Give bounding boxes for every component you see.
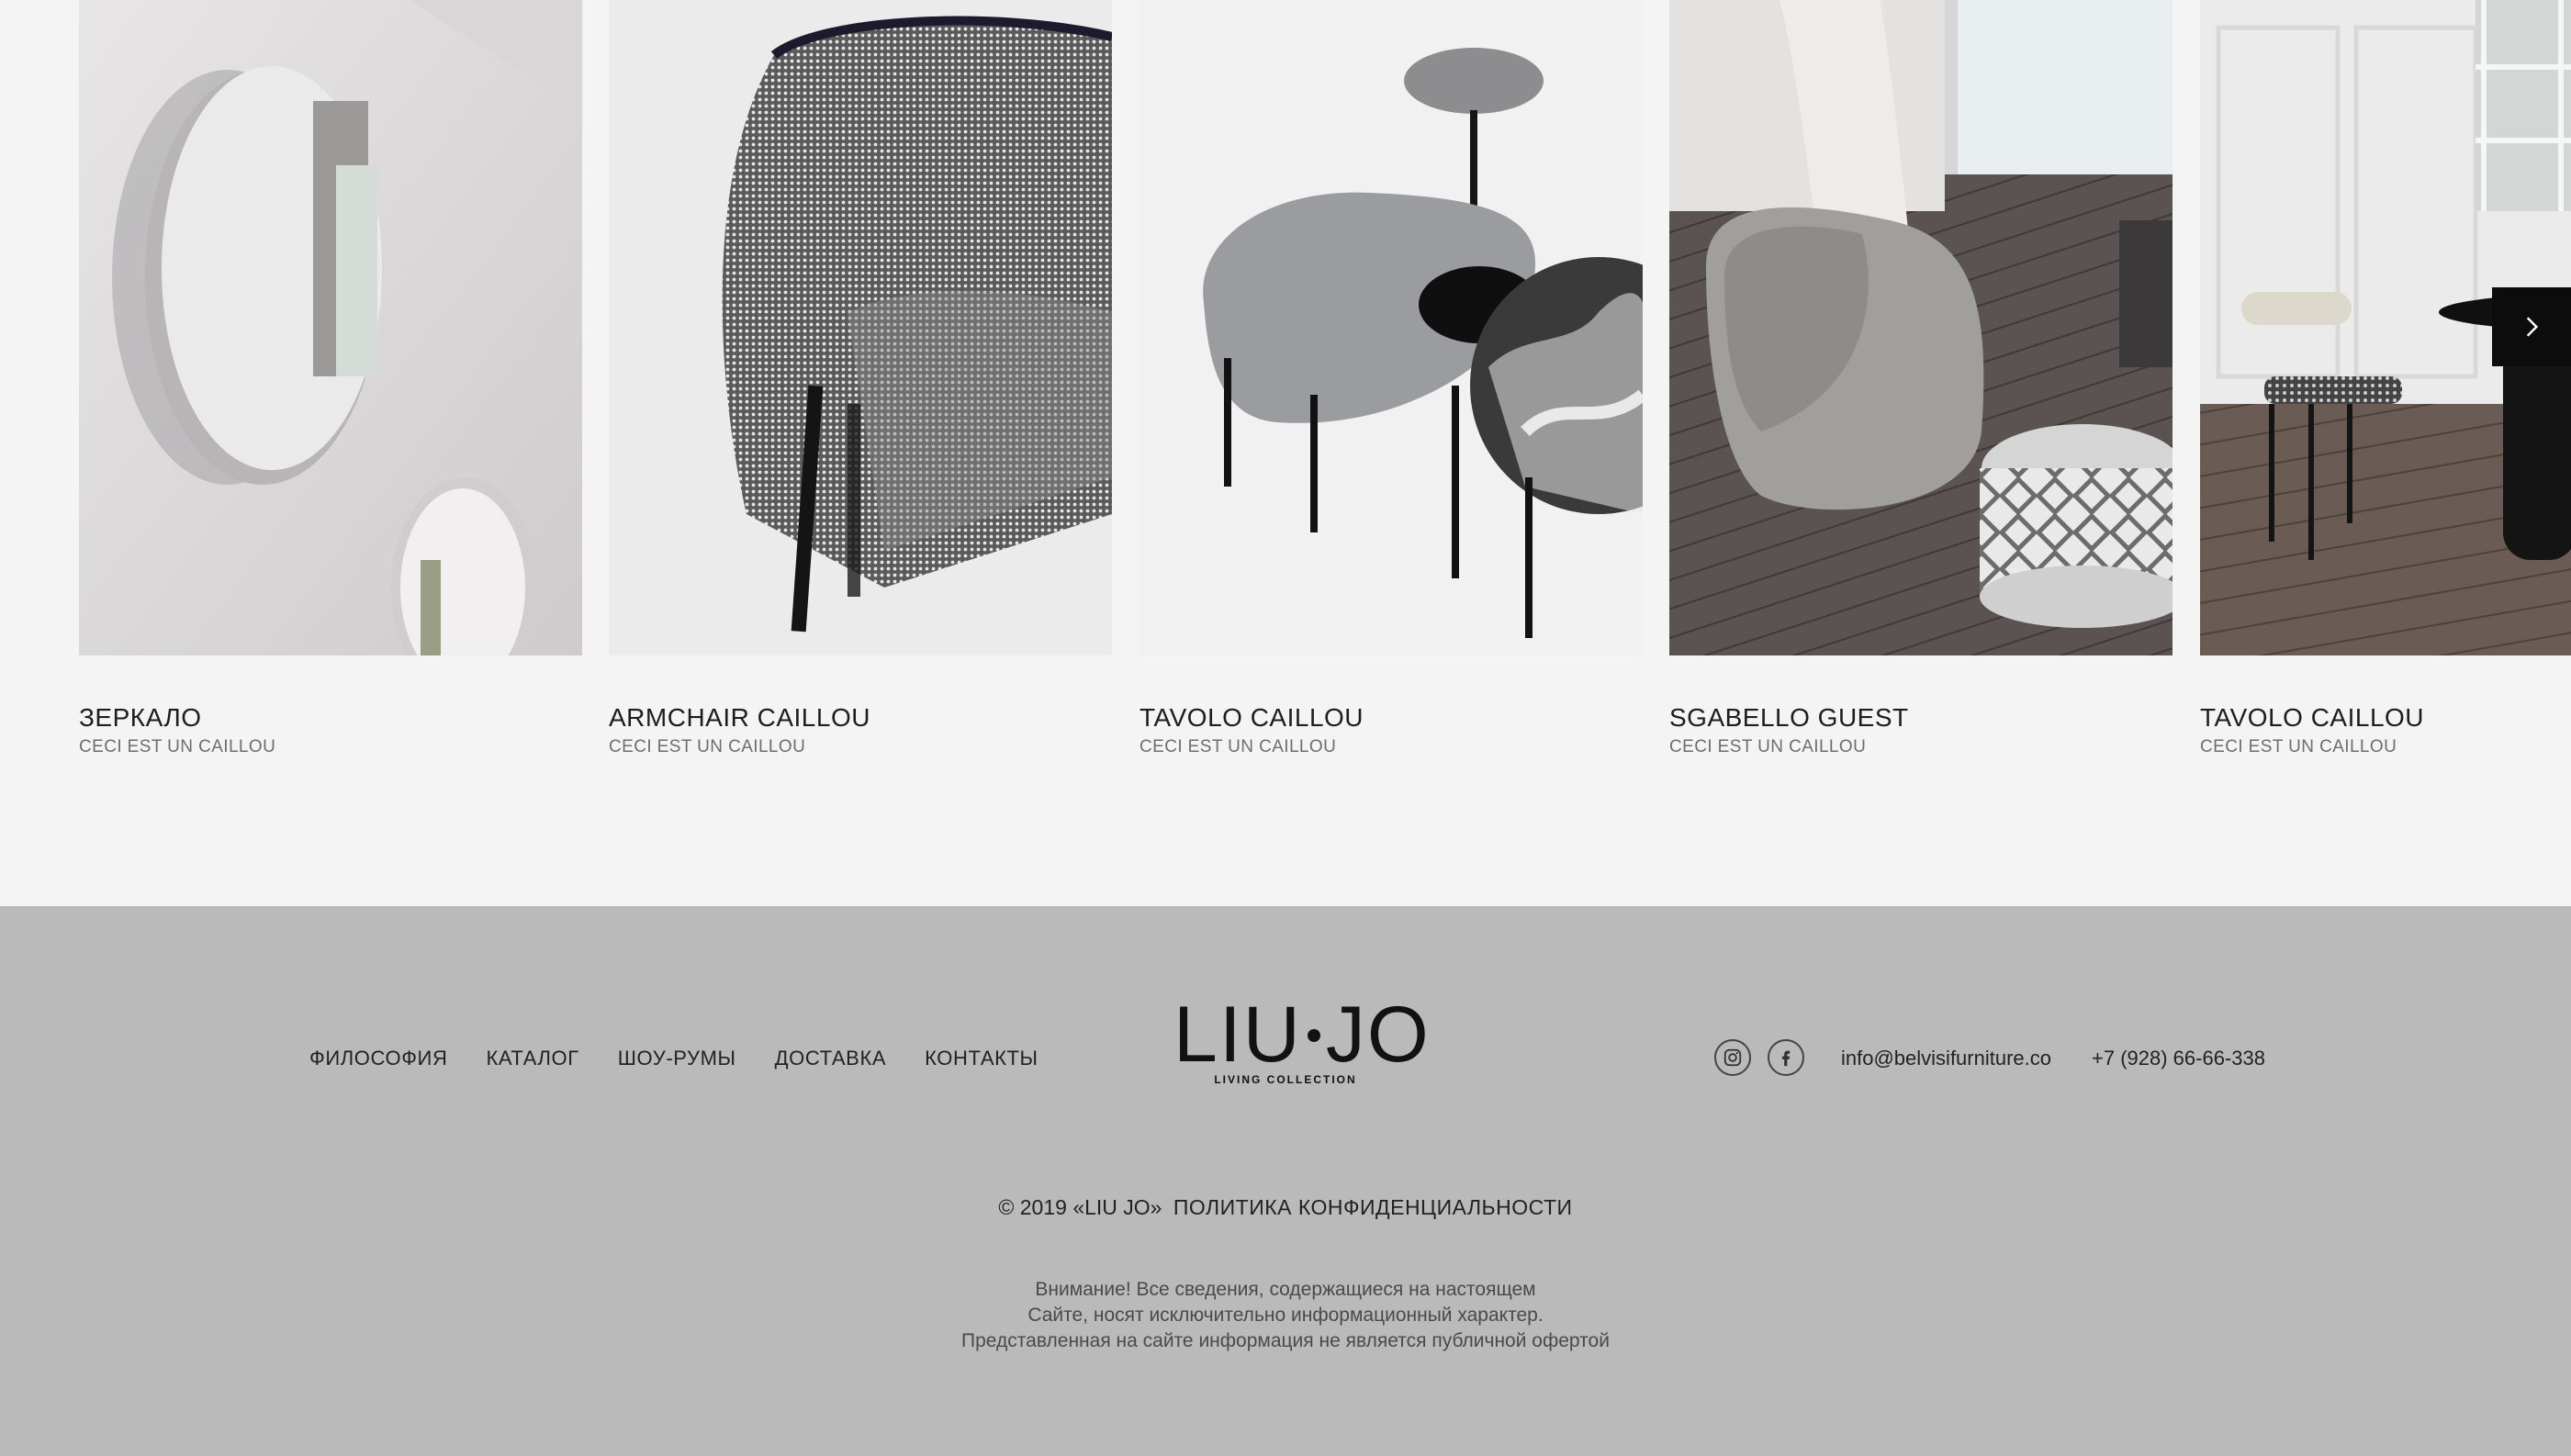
copyright-text: © 2019 «LIU JO»: [998, 1195, 1162, 1219]
nav-link-delivery[interactable]: ДОСТАВКА: [775, 1047, 887, 1070]
instagram-icon[interactable]: [1714, 1039, 1751, 1076]
product-subtitle: CECI EST UN CAILLOU: [609, 737, 806, 756]
product-carousel: ЗЕРКАЛО CECI EST UN CAILLOU ARMCHAIR CAI…: [0, 0, 2571, 906]
product-subtitle: CECI EST UN CAILLOU: [79, 737, 276, 756]
logo-text-right: JO: [1325, 991, 1431, 1079]
nav-link-contacts[interactable]: КОНТАКТЫ: [925, 1047, 1038, 1070]
privacy-policy-link[interactable]: ПОЛИТИКА КОНФИДЕНЦИАЛЬНОСТИ: [1173, 1195, 1573, 1219]
product-title[interactable]: ЗЕРКАЛО: [79, 703, 202, 733]
contact-email[interactable]: info@belvisifurniture.co: [1841, 1047, 2051, 1070]
product-title[interactable]: TAVOLO CAILLOU: [1140, 703, 1364, 733]
logo-text-left: LIU: [1173, 991, 1302, 1079]
product-image-tables[interactable]: [1140, 0, 1643, 655]
chevron-right-icon: [2526, 317, 2539, 337]
product-image-mirror[interactable]: [79, 0, 582, 655]
brand-logo[interactable]: LIU JO LIVING COLLECTION: [1173, 995, 1429, 1086]
facebook-icon[interactable]: [1768, 1039, 1804, 1076]
product-subtitle: CECI EST UN CAILLOU: [1140, 737, 1337, 756]
nav-link-philosophy[interactable]: ФИЛОСОФИЯ: [309, 1047, 447, 1070]
social-links: [1714, 1039, 1804, 1076]
site-footer: ФИЛОСОФИЯ КАТАЛОГ ШОУ-РУМЫ ДОСТАВКА КОНТ…: [0, 906, 2571, 1456]
notice-line: Сайте, носят исключительно информационны…: [1027, 1305, 1544, 1326]
product-card[interactable]: TAVOLO CAILLOU CECI EST UN CAILLOU: [1140, 0, 1643, 756]
product-card[interactable]: SGABELLO GUEST CECI EST UN CAILLOU: [1669, 0, 2172, 756]
product-title[interactable]: SGABELLO GUEST: [1669, 703, 1909, 733]
product-image-armchair[interactable]: [609, 0, 1112, 655]
product-title[interactable]: TAVOLO CAILLOU: [2200, 703, 2424, 733]
product-subtitle: CECI EST UN CAILLOU: [1669, 737, 1867, 756]
product-image-stool[interactable]: [1669, 0, 2172, 655]
carousel-next-button[interactable]: [2492, 287, 2571, 366]
nav-link-showrooms[interactable]: ШОУ-РУМЫ: [618, 1047, 736, 1070]
notice-line: Внимание! Все сведения, содержащиеся на …: [1035, 1279, 1536, 1300]
product-title[interactable]: ARMCHAIR CAILLOU: [609, 703, 870, 733]
product-card[interactable]: ЗЕРКАЛО CECI EST UN CAILLOU: [79, 0, 582, 756]
copyright-line: © 2019 «LIU JO» ПОЛИТИКА КОНФИДЕНЦИАЛЬНО…: [0, 1195, 2571, 1220]
nav-link-catalog[interactable]: КАТАЛОГ: [486, 1047, 578, 1070]
product-card[interactable]: ARMCHAIR CAILLOU CECI EST UN CAILLOU: [609, 0, 1112, 756]
contact-phone[interactable]: +7 (928) 66-66-338: [2092, 1047, 2265, 1070]
notice-line: Представленная на сайте информация не яв…: [961, 1330, 1610, 1351]
legal-notice: Внимание! Все сведения, содержащиеся на …: [0, 1277, 2571, 1354]
footer-nav: ФИЛОСОФИЯ КАТАЛОГ ШОУ-РУМЫ ДОСТАВКА КОНТ…: [309, 1047, 1039, 1070]
logo-dot: [1307, 1029, 1320, 1043]
product-subtitle: CECI EST UN CAILLOU: [2200, 737, 2397, 756]
